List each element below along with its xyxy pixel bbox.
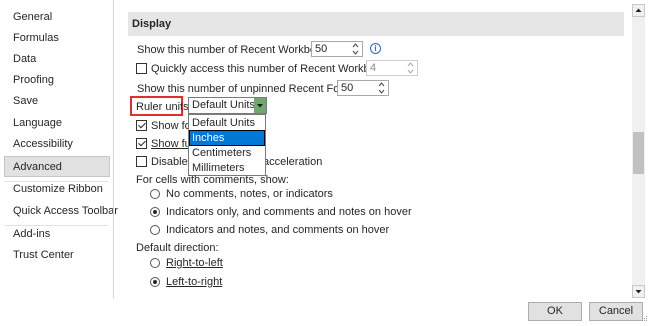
scroll-down-button[interactable] — [632, 285, 645, 298]
sidebar-item-label: Data — [13, 53, 37, 65]
quick-access-checkbox[interactable] — [136, 63, 147, 74]
ruler-units-value: Default Units — [192, 99, 255, 111]
comments-option-indicators-only-radio[interactable] — [150, 207, 160, 217]
ruler-units-select[interactable]: Default Units — [188, 97, 267, 114]
chevron-down-icon — [257, 104, 263, 108]
ruler-units-label: Ruler units — [136, 101, 189, 113]
sidebar-item-label: Add-ins — [13, 228, 51, 240]
direction-ltr-label: Left-to-right — [166, 276, 223, 288]
arrow-up-icon — [635, 8, 642, 12]
sidebar-item-add-ins[interactable]: Add-ins — [5, 224, 110, 245]
sidebar-item-label: General — [13, 11, 53, 23]
recent-folders-stepper[interactable]: 50 — [337, 80, 389, 96]
sidebar-item-save[interactable]: Save — [5, 91, 110, 112]
dropdown-button[interactable] — [254, 98, 266, 113]
sidebar-item-label: Save — [13, 95, 39, 107]
sidebar-item-label: Quick Access Toolbar — [13, 205, 118, 217]
sidebar-item-data[interactable]: Data — [5, 49, 110, 70]
sidebar-item-quick-access-toolbar[interactable]: Quick Access Toolbar — [5, 201, 118, 222]
recent-workbooks-label: Show this number of Recent Workbooks: — [137, 44, 337, 56]
ruler-option-centimeters[interactable]: Centimeters — [190, 146, 264, 160]
resize-grip-icon[interactable] — [640, 314, 648, 322]
sidebar-item-label: Accessibility — [13, 138, 73, 150]
info-icon[interactable]: i — [370, 43, 381, 54]
sidebar-item-accessibility[interactable]: Accessibility — [5, 134, 110, 155]
options-content-pane: Display Show this number of Recent Workb… — [114, 0, 632, 298]
comments-option-none-label: No comments, notes, or indicators — [166, 188, 333, 200]
scroll-up-button[interactable] — [632, 4, 645, 17]
sidebar-item-label: Advanced — [13, 161, 62, 173]
recent-workbooks-stepper[interactable]: 50 — [311, 41, 363, 57]
sidebar-item-formulas[interactable]: Formulas — [5, 28, 110, 49]
comments-header: For cells with comments, show: — [136, 174, 289, 186]
sidebar-item-general[interactable]: General — [5, 7, 110, 28]
direction-ltr-radio[interactable] — [150, 277, 160, 287]
sidebar-item-advanced[interactable]: Advanced — [4, 156, 110, 177]
spin-arrows-icon[interactable] — [351, 42, 360, 56]
direction-rtl-label: Right-to-left — [166, 257, 223, 269]
ruler-option-inches[interactable]: Inches — [189, 130, 265, 146]
recent-folders-value: 50 — [341, 82, 354, 94]
sidebar-item-label: Customize Ribbon — [13, 183, 103, 195]
ok-button[interactable]: OK — [528, 302, 582, 321]
cancel-button[interactable]: Cancel — [589, 302, 643, 321]
sidebar-item-customize-ribbon[interactable]: Customize Ribbon — [5, 179, 110, 200]
direction-rtl-radio[interactable] — [150, 258, 160, 268]
show-function-tooltips-label: Show fu — [151, 138, 191, 150]
sidebar-item-language[interactable]: Language — [5, 113, 110, 134]
comments-option-indicators-only-label: Indicators only, and comments and notes … — [166, 206, 412, 218]
quick-access-stepper[interactable]: 4 — [366, 60, 418, 76]
ruler-option-millimeters[interactable]: Millimeters — [190, 161, 264, 175]
sidebar-item-label: Proofing — [13, 74, 54, 86]
direction-header: Default direction: — [136, 242, 219, 254]
disable-hw-acceleration-label-end: acceleration — [263, 156, 323, 168]
sidebar-item-proofing[interactable]: Proofing — [5, 70, 110, 91]
vertical-scrollbar[interactable] — [632, 4, 645, 298]
quick-access-value: 4 — [370, 62, 377, 74]
spin-arrows-icon[interactable] — [406, 61, 415, 75]
sidebar-item-label: Formulas — [13, 32, 59, 44]
sidebar-item-trust-center[interactable]: Trust Center — [5, 245, 110, 266]
spin-arrows-icon[interactable] — [377, 81, 386, 95]
sidebar-item-label: Language — [13, 117, 62, 129]
arrow-down-icon — [635, 290, 642, 294]
options-sidebar: General Formulas Data Proofing Save Lang… — [0, 0, 118, 296]
comments-option-none-radio[interactable] — [150, 189, 160, 199]
recent-workbooks-value: 50 — [315, 43, 328, 55]
quick-access-label: Quickly access this number of Recent Wor… — [151, 63, 396, 75]
comments-option-indicators-notes-radio[interactable] — [150, 225, 160, 235]
sidebar-item-label: Trust Center — [13, 249, 74, 261]
ruler-units-dropdown-list: Default Units Inches Centimeters Millime… — [188, 114, 266, 176]
comments-option-indicators-notes-label: Indicators and notes, and comments on ho… — [166, 224, 390, 236]
show-function-tooltips-checkbox[interactable] — [136, 138, 147, 149]
ruler-option-default-units[interactable]: Default Units — [190, 116, 264, 130]
scroll-thumb[interactable] — [633, 132, 644, 174]
section-header-display: Display — [128, 12, 624, 36]
show-formula-bar-checkbox[interactable] — [136, 120, 147, 131]
recent-folders-label: Show this number of unpinned Recent Fold… — [137, 83, 367, 95]
disable-hw-acceleration-checkbox[interactable] — [136, 156, 147, 167]
